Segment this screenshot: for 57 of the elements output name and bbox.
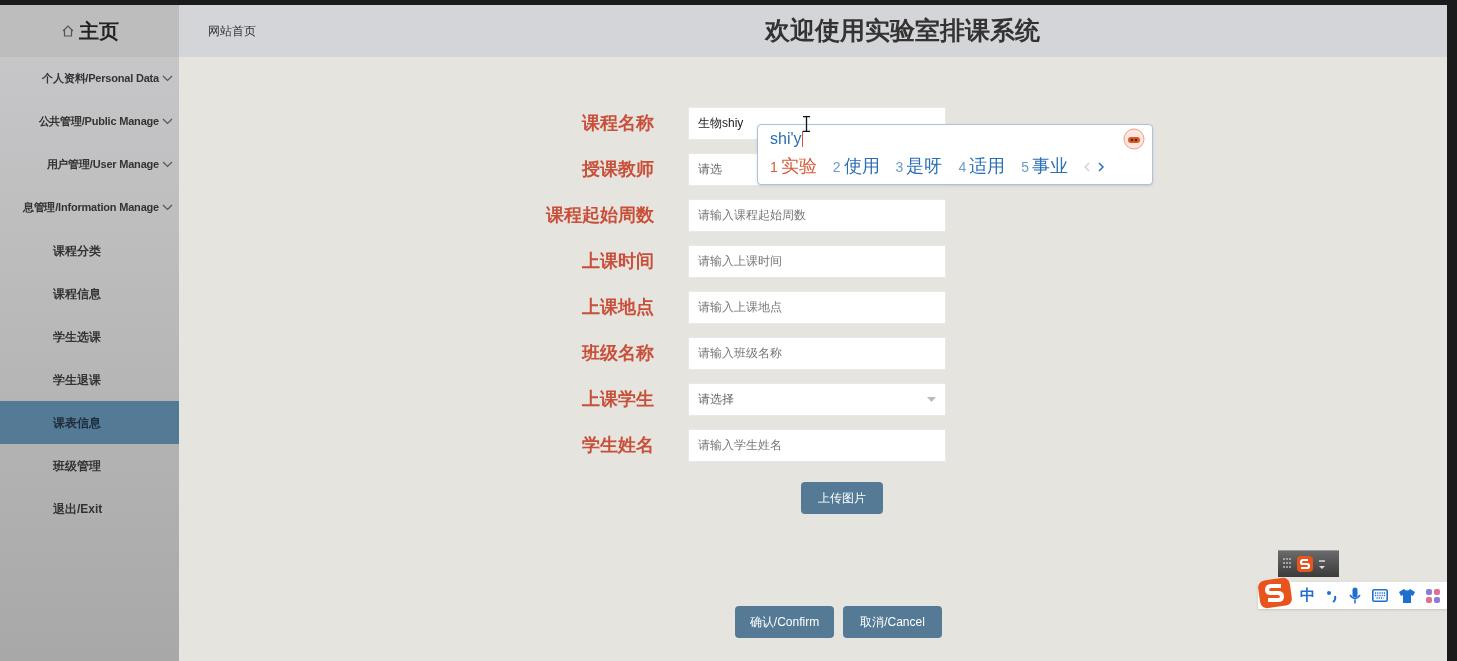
ime-candidate[interactable]: 2 使用 [832, 153, 880, 180]
input-field[interactable]: 请输入课程起始周数 [688, 198, 946, 232]
select-field[interactable]: 请选择 [688, 382, 946, 416]
next-page-icon[interactable] [1098, 161, 1104, 172]
menu-item[interactable]: 学生选课 [0, 315, 179, 358]
chevron-down-icon [162, 75, 173, 82]
input-field[interactable]: 请输入上课时间 [688, 244, 946, 278]
menu-item[interactable]: 班级管理 [0, 444, 179, 487]
menu-group-item[interactable]: 公共管理/Public Manage [38, 113, 159, 130]
ime-candidate[interactable]: 1 实验 [770, 153, 817, 180]
tshirt-icon[interactable] [1399, 588, 1415, 603]
apps-icon[interactable] [1426, 588, 1440, 603]
grip-icon [1282, 557, 1292, 571]
collapse-icon[interactable] [1318, 557, 1326, 571]
ime-candidate[interactable]: 3 是呀 [895, 153, 943, 180]
menu-item[interactable]: 课程信息 [0, 272, 179, 315]
menu-group-item[interactable]: 个人资料/Personal Data [42, 70, 159, 87]
upload-image-button[interactable]: 上传图片 [801, 482, 883, 514]
field-label: 上课学生 [581, 387, 655, 411]
ime-candidate[interactable]: 4 适用 [958, 153, 1006, 180]
mascot-icon [1123, 128, 1145, 150]
cancel-button[interactable]: 取消/Cancel [843, 606, 942, 638]
chevron-down-icon [162, 118, 173, 125]
sogou-logo-icon [1296, 555, 1314, 573]
ime-mode-toggle[interactable]: 中 [1300, 584, 1315, 607]
page-title: 欢迎使用实验室排课系统 [765, 15, 1040, 47]
ime-candidate[interactable]: 5 事业 [1021, 153, 1068, 180]
menu-item[interactable]: 课程分类 [0, 229, 179, 272]
field-label: 课程名称 [580, 111, 655, 135]
field-label: 授课教师 [581, 157, 655, 181]
dropdown-caret-icon [927, 396, 936, 402]
keyboard-icon[interactable] [1372, 589, 1388, 602]
breadcrumb-link[interactable]: 网站首页 [208, 22, 256, 40]
menu-group-item[interactable]: 用户管理/User Manage [46, 156, 159, 173]
field-label: 学生姓名 [581, 433, 655, 457]
field-label: 上课时间 [581, 249, 655, 273]
ime-status-bar[interactable] [1278, 550, 1339, 577]
menu-group-item[interactable]: 息管理/Information Manage [22, 199, 159, 216]
home-icon [60, 24, 75, 38]
text-cursor-icon [803, 116, 810, 132]
confirm-button[interactable]: 确认/Confirm [735, 606, 834, 638]
menu-item[interactable]: 退出/Exit [0, 487, 179, 530]
input-field[interactable]: 请输入上课地点 [688, 290, 946, 324]
caret-icon [801, 130, 803, 147]
menu-item[interactable]: 学生退课 [0, 358, 179, 401]
input-field[interactable]: 请输入班级名称 [688, 336, 946, 370]
input-field[interactable]: 请输入学生姓名 [688, 428, 946, 462]
chevron-down-icon [162, 161, 173, 168]
punctuation-icon[interactable] [1326, 588, 1338, 603]
sogou-logo-icon[interactable] [1257, 577, 1293, 609]
microphone-icon[interactable] [1349, 587, 1361, 604]
field-label: 课程起始周数 [544, 203, 655, 227]
field-label: 上课地点 [581, 295, 655, 319]
chevron-down-icon [162, 204, 173, 211]
sidebar-title: 主页 [78, 19, 119, 44]
menu-item[interactable]: 课表信息 [0, 401, 179, 444]
field-label: 班级名称 [580, 341, 655, 365]
